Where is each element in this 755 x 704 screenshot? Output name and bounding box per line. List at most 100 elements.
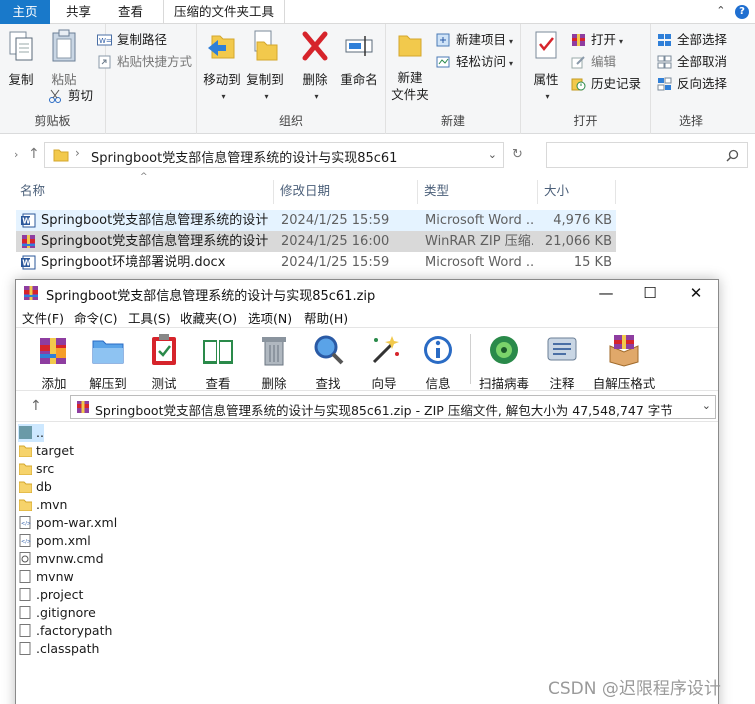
copy-path-icon: W= [97, 34, 112, 46]
archive-path-combobox[interactable]: Springboot党支部信息管理系统的设计与实现85c61.zip - ZIP… [70, 395, 716, 419]
select-group-label: 选择 [678, 114, 703, 128]
list-item[interactable]: </> pom.xml [18, 532, 91, 550]
view-button[interactable]: 查看 [198, 332, 238, 392]
delete-archive-button[interactable]: 删除 [254, 332, 294, 392]
list-item[interactable]: .project [18, 586, 83, 604]
item-name: .mvn [36, 497, 68, 512]
list-item[interactable]: db [18, 478, 52, 496]
refresh-icon[interactable]: ↻ [512, 147, 523, 162]
cut-button[interactable]: 剪切 [48, 86, 93, 106]
list-item[interactable]: .mvn [18, 496, 67, 514]
info-button[interactable]: 信息 [418, 332, 458, 392]
list-item[interactable]: target [18, 442, 74, 460]
scan-virus-button[interactable]: 扫描病毒 [476, 332, 532, 392]
paste-shortcut-label: 粘贴快捷方式 [117, 54, 193, 69]
select-all-button[interactable]: 全部选择 [657, 30, 727, 50]
history-button[interactable]: 历史记录 [571, 74, 641, 94]
file-size: 21,066 KB [544, 234, 612, 249]
paste-shortcut-button[interactable]: 粘贴快捷方式 [97, 52, 192, 72]
ribbon-collapse-icon[interactable]: ⌃ [716, 4, 725, 17]
breadcrumb-chevron-icon[interactable]: › [75, 146, 80, 160]
sfx-button[interactable]: 自解压格式 [592, 332, 656, 392]
test-button[interactable]: 测试 [144, 332, 184, 392]
new-folder-button[interactable]: 新建 文件夹 [390, 28, 430, 103]
open-button[interactable]: 打开 ▾ [571, 30, 623, 50]
copy-path-button[interactable]: W= 复制路径 [97, 30, 167, 50]
column-header-size[interactable]: 大小 [540, 180, 616, 204]
recent-locations-icon[interactable]: › [14, 148, 18, 161]
delete-button[interactable]: 删除 ▾ [297, 28, 333, 105]
close-icon[interactable]: ✕ [674, 282, 718, 304]
select-none-button[interactable]: 全部取消 [657, 52, 727, 72]
tab-compressed-folder-tools[interactable]: 压缩的文件夹工具 [163, 0, 286, 24]
file-size: 15 KB [573, 255, 612, 270]
sfx-box-icon [609, 335, 639, 367]
menu-tools[interactable]: 工具(S) [128, 308, 171, 327]
organize-group: 移动到 ▾ 复制到 ▾ 删除 ▾ 重命名 组织 [196, 24, 386, 134]
list-item[interactable]: .. [18, 424, 44, 442]
scan-virus-label: 扫描病毒 [478, 376, 529, 391]
copy-to-button[interactable]: 复制到 ▾ [245, 28, 285, 105]
search-input[interactable] [546, 142, 748, 168]
column-header-type[interactable]: 类型 [420, 180, 538, 204]
edit-button[interactable]: 编辑 [571, 52, 616, 72]
up-arrow-icon[interactable]: ↑ [28, 146, 40, 162]
svg-text:W: W [22, 217, 31, 226]
up-level-icon[interactable]: ↑ [30, 398, 42, 414]
invert-selection-button[interactable]: 反向选择 [657, 74, 727, 94]
tab-view[interactable]: 查看 [108, 0, 153, 24]
file-type: Microsoft Word ... [425, 213, 533, 228]
new-item-button[interactable]: 新建项目 ▾ [436, 30, 513, 50]
find-button[interactable]: 查找 [308, 332, 348, 392]
new-item-dropdown-icon: ▾ [509, 37, 514, 46]
address-bar[interactable]: › Springboot党支部信息管理系统的设计与实现85c61 ⌄ [44, 142, 504, 168]
help-icon[interactable]: ? [735, 5, 749, 19]
list-item[interactable]: mvnw [18, 568, 74, 586]
column-header-name[interactable]: 名称 [16, 180, 274, 204]
move-to-button[interactable]: 移动到 ▾ [203, 28, 241, 105]
extract-to-button[interactable]: 解压到 [88, 332, 128, 392]
wizard-button[interactable]: 向导 [364, 332, 404, 392]
file-row[interactable]: W Springboot环境部署说明.docx 2024/1/25 15:59 … [16, 252, 616, 273]
tab-share[interactable]: 共享 [56, 0, 101, 24]
comment-button[interactable]: 注释 [542, 332, 582, 392]
toolbar-separator [470, 334, 471, 384]
list-item[interactable]: .classpath [18, 640, 99, 658]
add-label: 添加 [41, 376, 67, 391]
svg-text:</>: </> [21, 539, 31, 545]
tab-home[interactable]: 主页 [0, 0, 50, 24]
add-button[interactable]: 添加 [34, 332, 74, 392]
open-label: 打开 [591, 32, 617, 47]
file-row[interactable]: Springboot党支部信息管理系统的设计... 2024/1/25 16:0… [16, 231, 616, 252]
svg-text:W: W [22, 259, 31, 268]
winrar-titlebar[interactable]: Springboot党支部信息管理系统的设计与实现85c61.zip — ☐ ✕ [16, 280, 718, 306]
paste-button[interactable]: 粘贴 [44, 28, 84, 88]
list-item[interactable]: .gitignore [18, 604, 96, 622]
copy-button[interactable]: 复制 [4, 28, 38, 88]
list-item[interactable]: </> pom-war.xml [18, 514, 117, 532]
list-item[interactable]: .factorypath [18, 622, 112, 640]
menu-commands[interactable]: 命令(C) [74, 308, 117, 327]
menu-file[interactable]: 文件(F) [22, 308, 64, 327]
path-dropdown-icon[interactable]: ⌄ [702, 399, 711, 412]
menu-favorites[interactable]: 收藏夹(O) [180, 308, 237, 327]
list-item[interactable]: mvnw.cmd [18, 550, 104, 568]
new-folder-label-2: 文件夹 [391, 87, 429, 102]
word-doc-icon: W [21, 255, 36, 270]
easy-access-label: 轻松访问 [456, 54, 507, 69]
easy-access-button[interactable]: 轻松访问 ▾ [436, 52, 513, 72]
file-row[interactable]: W Springboot党支部信息管理系统的设计... 2024/1/25 15… [16, 210, 616, 231]
rename-button[interactable]: 重命名 [337, 28, 381, 88]
item-name: mvnw [36, 569, 74, 584]
address-dropdown-icon[interactable]: ⌄ [488, 148, 497, 161]
menu-options[interactable]: 选项(N) [248, 308, 292, 327]
properties-button[interactable]: 属性 ▾ [529, 28, 563, 105]
maximize-icon[interactable]: ☐ [628, 282, 672, 304]
move-to-label: 移动到 [203, 72, 241, 87]
column-header-date[interactable]: 修改日期 [276, 180, 418, 204]
item-name: .classpath [36, 641, 100, 656]
winrar-toolbar: 添加 解压到 测试 查看 删除 查找 向导 信息 扫描病毒 注释 自解压格式 [16, 327, 718, 391]
list-item[interactable]: src [18, 460, 54, 478]
menu-help[interactable]: 帮助(H) [304, 308, 348, 327]
minimize-icon[interactable]: — [584, 282, 628, 304]
